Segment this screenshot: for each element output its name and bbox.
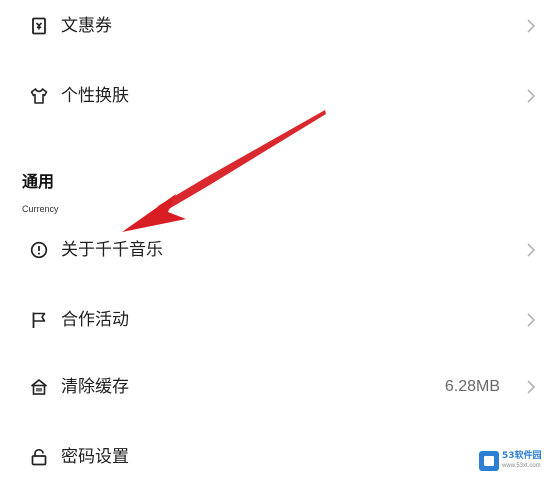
menu-item-label: 密码设置 (61, 447, 129, 467)
house-clean-icon (30, 378, 48, 396)
watermark-icon (479, 451, 499, 471)
menu-item-label: 合作活动 (61, 310, 129, 330)
menu-item-label: 个性换肤 (61, 86, 129, 106)
menu-item-coupon[interactable]: 文惠券 (0, 6, 552, 46)
section-title: 通用 (22, 172, 55, 191)
watermark-name: 53软件园 (502, 451, 542, 461)
cache-size-value: 6.28MB (444, 378, 500, 395)
menu-item-label: 文惠券 (61, 16, 112, 36)
menu-item-about[interactable]: 关于千千音乐 (0, 230, 552, 270)
chevron-right-icon (525, 88, 537, 104)
chevron-right-icon (525, 242, 537, 258)
menu-item-password[interactable]: 密码设置 (0, 437, 552, 477)
watermark-url: www.53xt.com (502, 463, 541, 469)
info-icon (30, 241, 48, 259)
menu-item-label: 关于千千音乐 (61, 240, 163, 260)
section-subtitle: Currency (22, 204, 59, 214)
menu-item-cooperation[interactable]: 合作活动 (0, 300, 552, 340)
chevron-right-icon (525, 379, 537, 395)
shirt-icon (30, 87, 48, 105)
flag-icon (30, 311, 48, 329)
coupon-icon (30, 17, 48, 35)
menu-item-clear-cache[interactable]: 清除缓存 6.28MB (0, 367, 552, 407)
watermark-logo: 53软件园 www.53xt.com (479, 448, 545, 474)
chevron-right-icon (525, 18, 537, 34)
menu-item-theme[interactable]: 个性换肤 (0, 76, 552, 116)
chevron-right-icon (525, 312, 537, 328)
menu-item-label: 清除缓存 (61, 377, 129, 397)
lock-icon (30, 448, 48, 466)
